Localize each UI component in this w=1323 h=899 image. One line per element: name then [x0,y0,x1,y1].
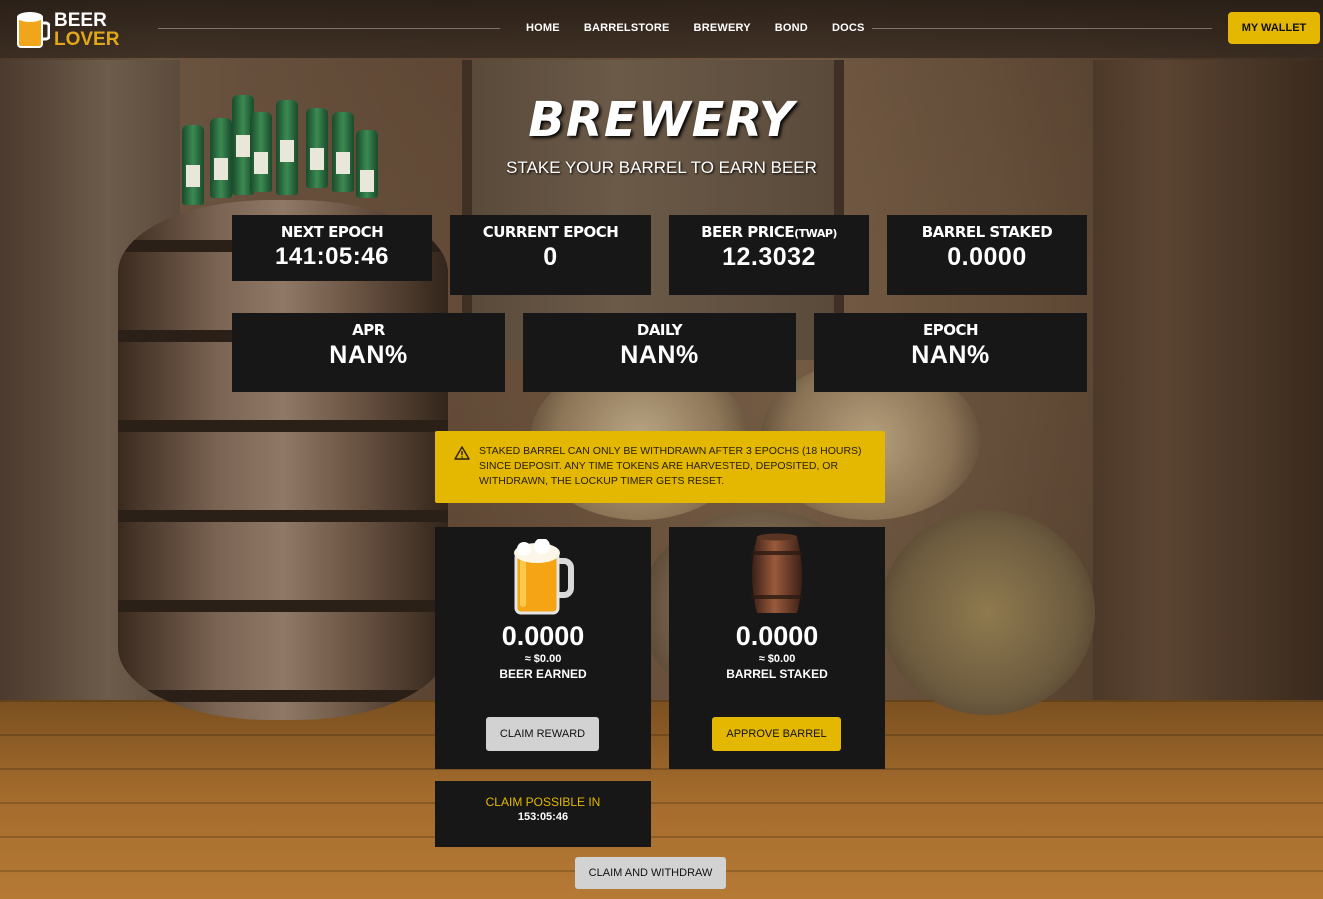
stat-value: 0.0000 [947,243,1027,271]
stat-epoch: EPOCH NAN% [814,313,1087,392]
stat-current-epoch: CURRENT EPOCH 0 [450,215,651,295]
nav-home[interactable]: HOME [526,22,560,34]
stat-value: 141:05:46 [275,243,389,270]
stat-value: NAN% [620,341,699,369]
stat-label: DAILY [636,321,683,339]
beer-earned-usd: ≈ $0.00 [524,653,562,665]
claim-and-withdraw-button[interactable]: CLAIM AND WITHDRAW [575,857,726,889]
stat-value: 12.3032 [722,243,816,271]
brand-word-1: BEER [54,10,107,31]
stat-value: 0 [543,243,558,271]
nav-bond[interactable]: BOND [775,22,808,34]
beer-mug-logo-icon [17,12,50,48]
top-navbar: BEER LOVER HOME BARRELSTORE BREWERY BOND… [0,0,1323,58]
warning-text: STAKED BARREL CAN ONLY BE WITHDRAWN AFTE… [479,445,862,487]
stat-label-suffix: (TWAP) [794,227,837,240]
stat-apr: APR NAN% [232,313,505,392]
claim-countdown-time: 153:05:46 [517,811,569,823]
stat-label: APR [352,321,385,339]
barrel-staked-amount: 0.0000 [735,621,819,651]
beer-earned-panel: 0.0000 ≈ $0.00 BEER EARNED CLAIM REWARD [435,527,651,769]
stat-label: NEXT EPOCH [280,223,384,241]
claim-reward-button[interactable]: CLAIM REWARD [486,717,599,751]
brand-logo[interactable]: BEER LOVER [16,11,119,49]
stat-label: CURRENT EPOCH [482,223,619,241]
beer-earned-label: BEER EARNED [499,667,587,681]
brand-word-2: LOVER [54,29,120,50]
nav-menu: HOME BARRELSTORE BREWERY BOND DOCS [526,22,865,34]
my-wallet-button[interactable]: MY WALLET [1228,12,1320,44]
barrel-staked-panel: 0.0000 ≈ $0.00 BARREL STAKED APPROVE BAR… [669,527,885,769]
page-title: BREWERY [528,92,795,148]
nav-docs[interactable]: DOCS [832,22,865,34]
nav-divider [872,28,1212,29]
approve-barrel-button[interactable]: APPROVE BARREL [712,717,841,751]
claim-countdown: CLAIM POSSIBLE IN 153:05:46 [435,781,651,847]
barrel-end [880,510,1095,715]
stat-value: NAN% [329,341,408,369]
beer-mug-icon [514,539,574,615]
stat-label: BEER PRICE(TWAP) [669,223,869,241]
stat-barrel-staked: BARREL STAKED 0.0000 [887,215,1087,295]
stat-next-epoch: NEXT EPOCH 141:05:46 [232,215,432,281]
stat-label: EPOCH [922,321,979,339]
stat-daily: DAILY NAN% [523,313,796,392]
stat-value: NAN% [911,341,990,369]
lockup-warning: STAKED BARREL CAN ONLY BE WITHDRAWN AFTE… [435,431,885,503]
nav-barrelstore[interactable]: BARRELSTORE [584,22,670,34]
barrel-staked-label: BARREL STAKED [726,667,828,681]
warning-triangle-icon [454,446,470,460]
barrel-icon [751,533,803,613]
stat-beer-price: BEER PRICE(TWAP) 12.3032 [669,215,869,295]
stat-label: BARREL STAKED [921,223,1053,241]
stat-label-text: BEER PRICE [701,223,795,241]
barrel-staked-usd: ≈ $0.00 [758,653,796,665]
beer-earned-amount: 0.0000 [501,621,585,651]
claim-countdown-label: CLAIM POSSIBLE IN [485,795,601,809]
nav-divider [158,28,500,29]
page-subtitle: STAKE YOUR BARREL TO EARN BEER [506,158,817,177]
nav-brewery[interactable]: BREWERY [694,22,751,34]
